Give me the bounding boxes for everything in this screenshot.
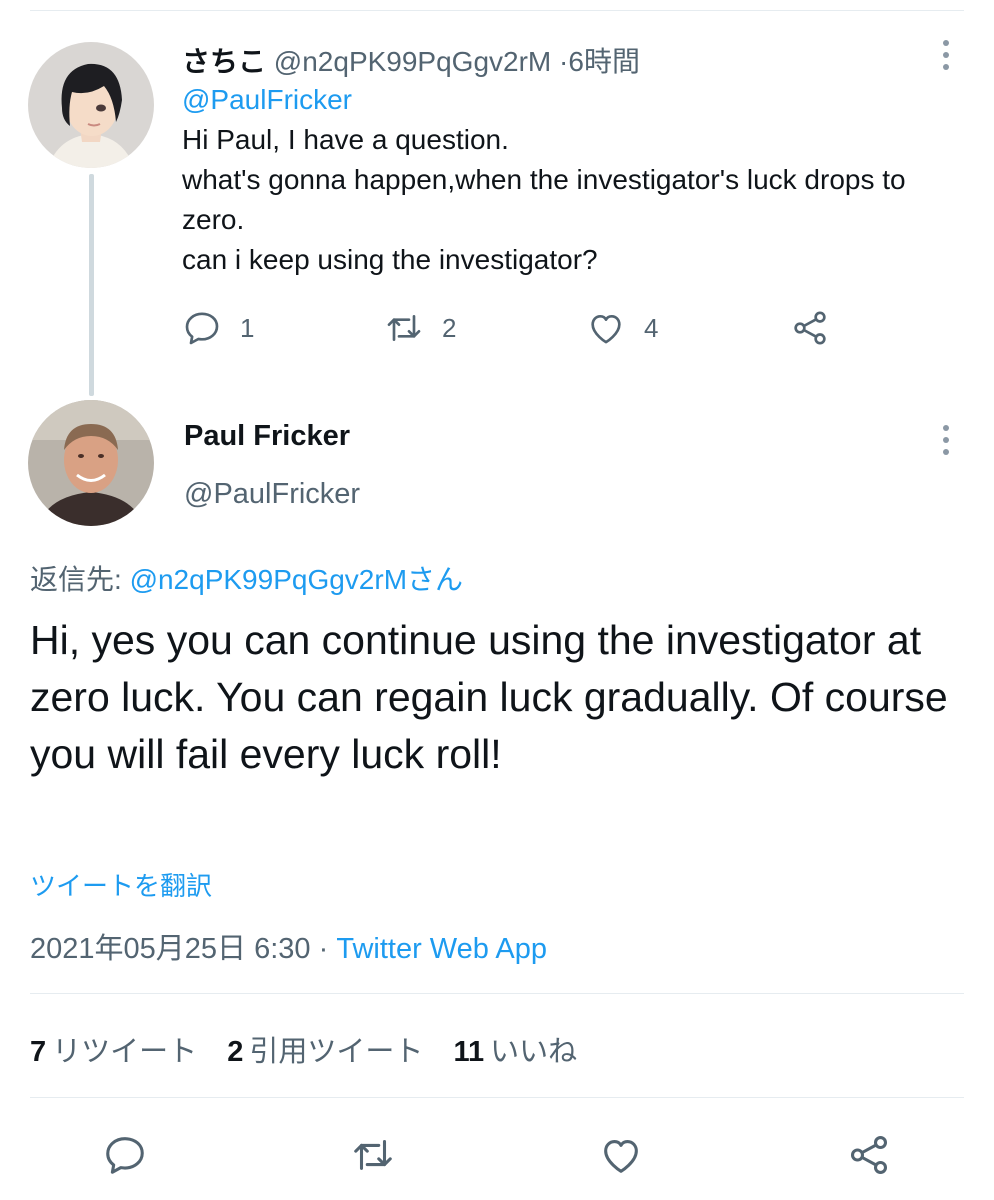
retweet-icon (387, 315, 421, 341)
translate-link[interactable]: ツイートを翻訳 (30, 866, 212, 903)
reply-button[interactable]: 1 (182, 306, 254, 350)
divider (30, 1097, 964, 1098)
more-icon[interactable] (941, 425, 951, 455)
share-button[interactable] (846, 1130, 892, 1180)
separator: · (559, 46, 569, 77)
main-tweet-text: Hi, yes you can continue using the inves… (30, 617, 948, 777)
likes-stat[interactable]: 11 いいね (453, 1028, 577, 1070)
retweet-count: 2 (442, 312, 457, 343)
reply-count: 1 (240, 312, 255, 343)
anime-avatar-image (28, 42, 154, 168)
like-icon (604, 1140, 638, 1173)
parent-tweet-actions: 1 2 4 (182, 306, 882, 350)
tweet-meta: 2021年05月25日 6:30 · Twitter Web App (30, 925, 547, 967)
quotes-stat[interactable]: 2 引用ツイート (227, 1028, 423, 1070)
engagement-stats: 7 リツイート 2 引用ツイート 11 いいね (30, 1028, 599, 1070)
timestamp[interactable]: 6時間 (568, 46, 640, 77)
retweet-button[interactable] (350, 1130, 396, 1180)
replying-to: 返信先: @n2qPK99PqGgv2rMさん (30, 558, 463, 598)
quotes-count: 2 (227, 1036, 244, 1068)
top-divider (30, 10, 964, 11)
replying-label: 返信先: (30, 564, 122, 595)
separator: · (318, 933, 329, 965)
reply-icon (185, 312, 219, 345)
tweet-line: Hi Paul, I have a question. (182, 124, 509, 155)
profile-photo-image (28, 400, 154, 526)
timestamp[interactable]: 2021年05月25日 6:30 (30, 933, 311, 965)
avatar[interactable] (28, 42, 154, 168)
retweets-stat[interactable]: 7 リツイート (30, 1028, 197, 1070)
parent-tweet-text: @PaulFricker Hi Paul, I have a question.… (182, 80, 972, 280)
reply-icon (106, 1137, 144, 1174)
source-link[interactable]: Twitter Web App (336, 933, 547, 965)
like-count: 4 (644, 312, 659, 343)
display-name[interactable]: Paul Fricker (184, 420, 350, 453)
share-button[interactable] (790, 306, 830, 350)
thread-connector (89, 174, 94, 396)
retweets-count: 7 (30, 1036, 47, 1068)
retweet-button[interactable]: 2 (384, 306, 456, 350)
avatar[interactable] (28, 400, 154, 526)
parent-tweet-header: さちこ @n2qPK99PqGgv2rM ·6時間 (182, 40, 640, 80)
divider (30, 993, 964, 994)
tweet-line: can i keep using the investigator? (182, 244, 598, 275)
retweets-label: リツイート (52, 1036, 198, 1068)
likes-label: いいね (490, 1036, 578, 1068)
more-icon[interactable] (941, 40, 951, 70)
share-icon (850, 1136, 888, 1174)
handle[interactable]: @n2qPK99PqGgv2rM (274, 46, 551, 77)
tweet-line: what's gonna happen,when the investigato… (182, 164, 906, 235)
like-icon (591, 315, 621, 344)
like-button[interactable]: 4 (586, 306, 658, 350)
replying-mention-link[interactable]: @n2qPK99PqGgv2rMさん (130, 564, 463, 595)
share-icon (794, 311, 826, 345)
main-tweet-actions (0, 1130, 994, 1180)
reply-button[interactable] (102, 1130, 148, 1180)
likes-count: 11 (453, 1036, 485, 1068)
like-button[interactable] (598, 1130, 644, 1180)
display-name[interactable]: さちこ (182, 46, 266, 77)
retweet-icon (354, 1140, 392, 1170)
mention-link[interactable]: @PaulFricker (182, 80, 972, 120)
quotes-label: 引用ツイート (249, 1036, 424, 1068)
handle[interactable]: @PaulFricker (184, 478, 360, 511)
